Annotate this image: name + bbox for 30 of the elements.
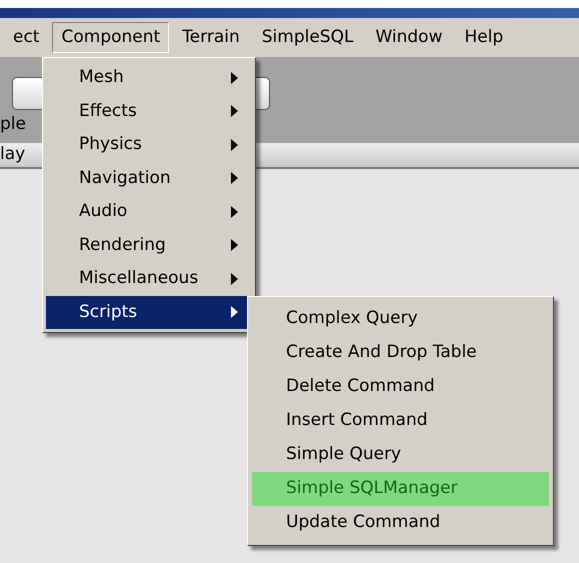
menu-item[interactable]: Help [455,22,512,53]
menu-entry[interactable]: Miscellaneous [46,262,252,296]
panel-label: ple [0,113,26,136]
menu-item[interactable]: SimpleSQL [252,22,362,53]
menu-entry[interactable]: Complex Query [252,302,549,336]
menu-entry[interactable]: Simple SQLManager [252,472,549,506]
submenu-arrow-icon [231,105,238,118]
menu-entry[interactable]: Navigation [46,162,252,195]
menu-entry[interactable]: Simple Query [252,438,549,472]
menu-item[interactable]: Terrain [173,22,249,53]
menu-entry[interactable]: Insert Command [252,404,549,438]
submenu-arrow-icon [231,206,238,218]
menu-entry[interactable]: Delete Command [252,370,549,404]
menu-entry[interactable]: Audio [46,195,252,228]
submenu-arrow-icon [231,72,238,84]
menu-item[interactable]: ect [4,22,48,53]
submenu-arrow-icon [231,306,238,318]
menu-item[interactable]: Window [366,22,452,53]
submenu-arrow-icon [231,239,238,252]
submenu-arrow-icon [231,272,238,285]
menu-entry[interactable]: Update Command [252,506,549,540]
submenu-arrow-icon [231,172,238,184]
submenu-arrow-icon [231,138,238,151]
menu-entry[interactable]: Create And Drop Table [252,336,549,370]
panel-label: lay [0,143,26,166]
menu-item[interactable]: Component [52,22,170,53]
menu-entry[interactable]: Mesh [46,61,252,94]
menu-entry[interactable]: Rendering [46,228,252,262]
menu-entry[interactable]: Physics [46,128,252,162]
menu-entry[interactable]: Effects [46,94,252,128]
